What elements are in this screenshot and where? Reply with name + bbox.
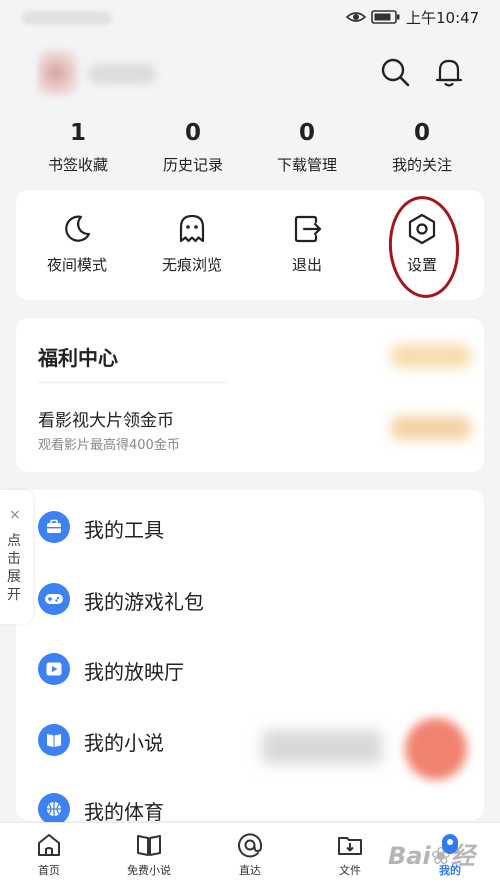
floating-banner-blurred[interactable] [262, 730, 382, 764]
menu-item-label: 我的游戏礼包 [84, 590, 204, 614]
stat-value: 0 [413, 120, 430, 146]
watermark: Bai❀经 [388, 842, 475, 870]
toolbox-icon [38, 511, 70, 543]
welfare-card[interactable]: 福利中心 看影视大片领金币 观看影片最高得400金币 [16, 318, 484, 472]
stat-downloads[interactable]: 0 下载管理 [252, 118, 362, 175]
nav-label: 文件 [339, 864, 361, 877]
status-bar: 上午10:47 [0, 0, 500, 36]
eye-icon [346, 12, 366, 22]
exit-label: 退出 [291, 256, 322, 274]
username-blurred[interactable] [88, 64, 156, 84]
stat-label: 历史记录 [162, 156, 223, 174]
exit-icon [294, 215, 322, 243]
open-book-icon [137, 835, 161, 856]
welfare-badge-blurred[interactable] [390, 344, 472, 368]
menu-item-label: 我的体育 [84, 800, 164, 824]
stat-label: 下载管理 [276, 156, 337, 174]
close-icon[interactable]: × [9, 508, 21, 522]
floating-red-button-blurred[interactable] [405, 718, 467, 780]
at-icon [238, 833, 262, 858]
bell-icon[interactable] [432, 55, 466, 89]
ghost-icon [179, 214, 205, 243]
menu-item-theater[interactable]: 我的放映厅 [16, 634, 484, 704]
stat-label: 我的关注 [391, 156, 452, 174]
stat-value: 1 [69, 120, 86, 146]
nav-files[interactable]: 文件 [305, 831, 395, 878]
night-mode-label: 夜间模式 [46, 256, 107, 274]
nav-label: 免费小说 [127, 864, 171, 877]
status-time: 上午10:47 [406, 9, 480, 27]
status-left-blurred [22, 11, 112, 25]
menu-item-label: 我的放映厅 [84, 660, 184, 684]
play-icon [38, 653, 70, 685]
moon-icon [65, 215, 91, 242]
battery-icon [371, 10, 400, 24]
nav-home[interactable]: 首页 [4, 831, 94, 878]
night-mode-button[interactable]: 夜间模式 [22, 212, 132, 275]
menu-item-label: 我的工具 [84, 518, 164, 542]
nav-direct[interactable]: 直达 [205, 831, 295, 878]
stat-bookmarks[interactable]: 1 书签收藏 [23, 118, 133, 175]
divider [38, 382, 228, 383]
avatar[interactable] [38, 50, 78, 96]
welfare-title: 福利中心 [38, 346, 118, 370]
stat-label: 书签收藏 [47, 156, 108, 174]
stat-following[interactable]: 0 我的关注 [367, 118, 477, 175]
side-tab-label: 点击展开 [7, 533, 21, 603]
nav-label: 首页 [38, 864, 60, 877]
menu-item-tools[interactable]: 我的工具 [16, 492, 484, 562]
basketball-icon [38, 793, 70, 825]
welfare-note: 观看影片最高得400金币 [38, 438, 180, 453]
stat-value: 0 [184, 120, 201, 146]
side-expand-tab[interactable]: × 点击展开 [0, 490, 33, 624]
nav-free-novels[interactable]: 免费小说 [104, 831, 194, 878]
welfare-action-blurred[interactable] [390, 416, 472, 440]
incognito-label: 无痕浏览 [161, 256, 222, 274]
exit-button[interactable]: 退出 [252, 212, 362, 275]
book-icon [38, 724, 70, 756]
gamepad-icon [38, 583, 70, 615]
incognito-button[interactable]: 无痕浏览 [137, 212, 247, 275]
folder-download-icon [338, 837, 362, 855]
nav-label: 直达 [239, 864, 261, 877]
home-icon [38, 834, 60, 856]
stat-value: 0 [298, 120, 315, 146]
menu-item-label: 我的小说 [84, 731, 164, 755]
welfare-subtitle: 看影视大片领金币 [38, 411, 174, 431]
menu-item-game-gifts[interactable]: 我的游戏礼包 [16, 564, 484, 634]
search-icon[interactable] [378, 55, 412, 89]
stat-history[interactable]: 0 历史记录 [138, 118, 248, 175]
